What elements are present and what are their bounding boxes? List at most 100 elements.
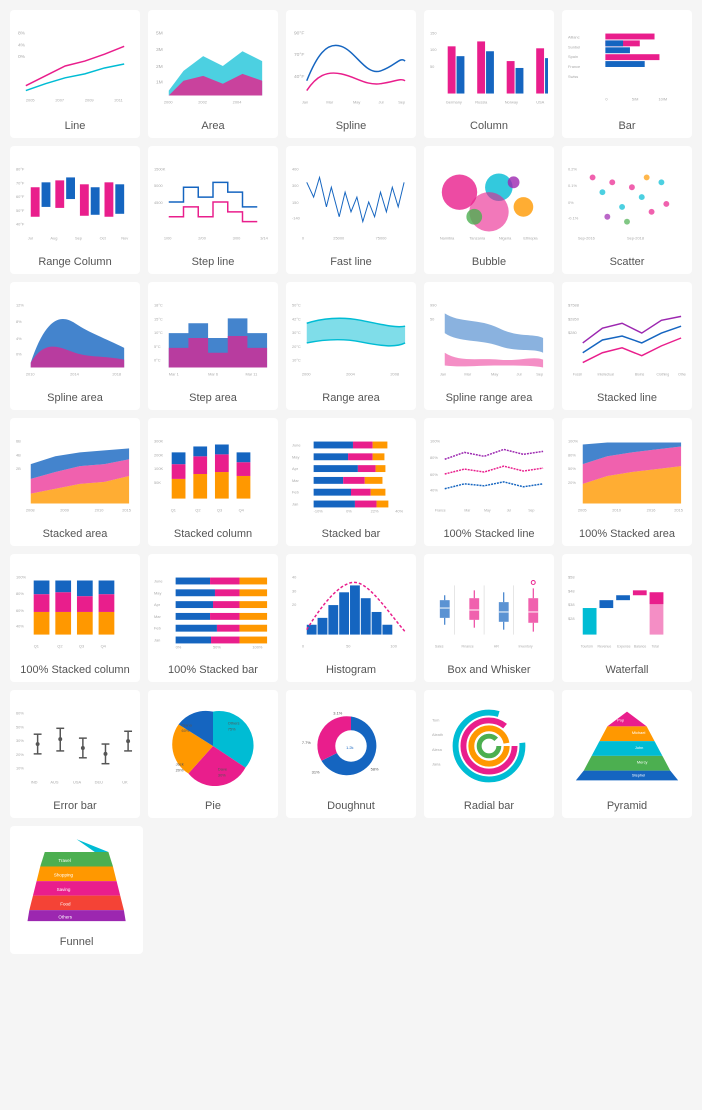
chart-card-step-line[interactable]: 1500K 5000 4500 1/00 2/00 3/00 3/14 Step… bbox=[148, 146, 278, 274]
chart-card-stacked-column[interactable]: 300K 200K 100K 50K Q1 Q2 Q3 Q4 bbox=[148, 418, 278, 546]
svg-text:Apr: Apr bbox=[292, 466, 299, 471]
chart-label-spline: Spline bbox=[336, 120, 367, 132]
svg-text:2000: 2000 bbox=[302, 371, 312, 376]
svg-text:31%: 31% bbox=[312, 770, 320, 775]
svg-text:2002: 2002 bbox=[198, 99, 207, 104]
svg-text:3/00: 3/00 bbox=[233, 235, 241, 240]
svg-text:0: 0 bbox=[302, 643, 305, 648]
svg-text:1500K: 1500K bbox=[154, 167, 166, 172]
svg-text:Tourism: Tourism bbox=[581, 644, 593, 648]
svg-text:Sep: Sep bbox=[75, 235, 83, 240]
chart-card-scatter[interactable]: 0.2% 0.1% 0% -0.1% Sep-2016 Sep-2018 bbox=[562, 146, 692, 274]
svg-text:UK: UK bbox=[122, 779, 128, 784]
svg-text:Q4: Q4 bbox=[101, 643, 107, 648]
svg-text:Feb: Feb bbox=[292, 490, 300, 495]
chart-card-range-area[interactable]: 50°C 42°C 30°C 20°C 10°C 2000 2004 2008 … bbox=[286, 282, 416, 410]
svg-text:Jul: Jul bbox=[28, 235, 33, 240]
chart-label-pie: Pie bbox=[205, 800, 221, 812]
chart-card-100-stacked-bar[interactable]: June May Apr Mar Feb Jan bbox=[148, 554, 278, 682]
svg-text:58%: 58% bbox=[371, 767, 379, 772]
chart-card-pyramid[interactable]: Pop Michael John Mercy Stephel Pyramid bbox=[562, 690, 692, 818]
svg-text:Q2: Q2 bbox=[57, 643, 62, 648]
svg-text:60%: 60% bbox=[182, 728, 190, 733]
chart-card-spline[interactable]: 90°F 70°F 40°F Jan Mar May Jul Sep Splin… bbox=[286, 10, 416, 138]
svg-text:2011: 2011 bbox=[114, 97, 122, 102]
svg-text:15°C: 15°C bbox=[154, 316, 163, 321]
chart-card-bar[interactable]: Allianc Sunbel Spain France Swiss 0 5/M … bbox=[562, 10, 692, 138]
svg-text:Saving: Saving bbox=[57, 887, 71, 892]
chart-card-pie[interactable]: Others 75% Dave 30% Jack 20% Diana 60% P… bbox=[148, 690, 278, 818]
svg-text:25000: 25000 bbox=[333, 235, 345, 240]
svg-text:2016: 2016 bbox=[647, 507, 657, 512]
chart-label-100-stacked-column: 100% Stacked column bbox=[20, 664, 129, 676]
svg-text:2008: 2008 bbox=[390, 371, 400, 376]
chart-card-funnel[interactable]: Online Travel Shopping Saving Food Other… bbox=[10, 826, 143, 954]
svg-text:Mar: Mar bbox=[292, 478, 299, 483]
chart-card-waterfall[interactable]: $58 $48 $38 $28 Tourism Revenue Expense … bbox=[562, 554, 692, 682]
chart-label-radial-bar: Radial bar bbox=[464, 800, 514, 812]
svg-text:4B: 4B bbox=[16, 452, 21, 457]
chart-card-line[interactable]: 8% 4% 0% 2005 2007 2009 2011 Line bbox=[10, 10, 140, 138]
chart-card-stacked-bar[interactable]: June May Apr Mar Feb Jan bbox=[286, 418, 416, 546]
svg-text:2M: 2M bbox=[156, 64, 163, 70]
chart-card-column[interactable]: 150 100 50 Germany Russia Norway USA Col… bbox=[424, 10, 554, 138]
svg-text:Oct: Oct bbox=[100, 235, 107, 240]
chart-label-funnel: Funnel bbox=[60, 936, 94, 948]
svg-text:June: June bbox=[154, 578, 163, 583]
svg-text:Fossil: Fossil bbox=[573, 372, 582, 376]
svg-text:Clothing: Clothing bbox=[657, 372, 670, 376]
chart-card-spline-area[interactable]: 12% 8% 4% 0% 2010 2014 2018 Spline area bbox=[10, 282, 140, 410]
chart-card-range-column[interactable]: 80°F 70°F 60°F 50°F 40°F Jul Aug Sep Oct… bbox=[10, 146, 140, 274]
chart-label-100-stacked-bar: 100% Stacked bar bbox=[168, 664, 258, 676]
svg-text:Feb: Feb bbox=[154, 626, 162, 631]
svg-text:Sunbel: Sunbel bbox=[568, 44, 580, 49]
svg-text:20°C: 20°C bbox=[292, 344, 301, 349]
svg-text:2004: 2004 bbox=[233, 99, 243, 104]
svg-text:75%: 75% bbox=[228, 726, 236, 731]
chart-card-box-whisker[interactable]: Sales Finance HR Inventory Box and Whisk… bbox=[424, 554, 554, 682]
svg-text:Pop: Pop bbox=[617, 717, 625, 722]
svg-text:40°F: 40°F bbox=[16, 222, 25, 227]
svg-text:5/M: 5/M bbox=[632, 96, 639, 101]
svg-text:2005: 2005 bbox=[26, 97, 36, 102]
chart-card-spline-range-area[interactable]: 990 50 Jan Mar May Jul Sep Spline range … bbox=[424, 282, 554, 410]
svg-text:2B: 2B bbox=[16, 466, 21, 471]
svg-text:Online: Online bbox=[63, 845, 77, 850]
svg-text:Aug: Aug bbox=[50, 235, 57, 240]
chart-card-area[interactable]: 5M 3M 2M 1M 2000 2002 2004 Area bbox=[148, 10, 278, 138]
chart-card-100-stacked-column[interactable]: 100% 80% 60% 40% Q1 Q2 Q3 Q4 bbox=[10, 554, 140, 682]
svg-text:Nov: Nov bbox=[121, 235, 128, 240]
svg-text:IND: IND bbox=[31, 779, 38, 784]
chart-card-error-bar[interactable]: 60% 50% 30% 20% 10% bbox=[10, 690, 140, 818]
chart-card-stacked-line[interactable]: $7588 $2850 $280 Fossil Intellectual Bio… bbox=[562, 282, 692, 410]
svg-text:USA: USA bbox=[536, 99, 544, 104]
svg-text:May: May bbox=[491, 371, 498, 376]
chart-card-radial-bar[interactable]: Tom Aleath Alexa Jana Radial bar bbox=[424, 690, 554, 818]
svg-text:$7588: $7588 bbox=[568, 303, 580, 308]
chart-card-100-stacked-line[interactable]: 100% 80% 60% 40% France Mar May Jul Sep … bbox=[424, 418, 554, 546]
chart-card-stacked-area[interactable]: 6B 4B 2B 2008 2009 2010 2015 Stacked are… bbox=[10, 418, 140, 546]
chart-card-doughnut[interactable]: 3.1% 7.7% 31% 58% 1.2k Doughnut bbox=[286, 690, 416, 818]
svg-text:3M: 3M bbox=[156, 47, 163, 53]
svg-text:80%: 80% bbox=[16, 591, 24, 596]
svg-text:0%: 0% bbox=[176, 644, 182, 649]
chart-card-step-area[interactable]: 18°C 15°C 10°C 5°C 0°C Mar 1 Mar 6 Mar 1… bbox=[148, 282, 278, 410]
svg-text:1/00: 1/00 bbox=[164, 235, 172, 240]
svg-text:2004: 2004 bbox=[346, 371, 356, 376]
chart-label-spline-range-area: Spline range area bbox=[446, 392, 533, 404]
svg-text:Ethiopia: Ethiopia bbox=[523, 235, 538, 240]
chart-card-100-stacked-area[interactable]: 100% 80% 50% 20% 2005 2010 2016 2015 100… bbox=[562, 418, 692, 546]
svg-text:22%: 22% bbox=[371, 508, 379, 513]
svg-text:$28: $28 bbox=[568, 616, 575, 621]
svg-text:50K: 50K bbox=[154, 480, 161, 485]
chart-card-fast-line[interactable]: 400 300 150 -140 0 25000 75000 Fast line bbox=[286, 146, 416, 274]
svg-text:Travel: Travel bbox=[58, 858, 70, 863]
svg-text:0%: 0% bbox=[16, 352, 22, 357]
svg-text:Finance: Finance bbox=[461, 644, 473, 648]
svg-text:Mar 6: Mar 6 bbox=[208, 371, 219, 376]
svg-text:Sales: Sales bbox=[435, 644, 444, 648]
svg-text:Dave: Dave bbox=[218, 767, 227, 772]
chart-card-bubble[interactable]: Namibia Tanzania Nigeria Ethiopia Bubble bbox=[424, 146, 554, 274]
chart-card-histogram[interactable]: 40 30 20 0 50 100 Histogram bbox=[286, 554, 416, 682]
chart-label-line: Line bbox=[65, 120, 86, 132]
